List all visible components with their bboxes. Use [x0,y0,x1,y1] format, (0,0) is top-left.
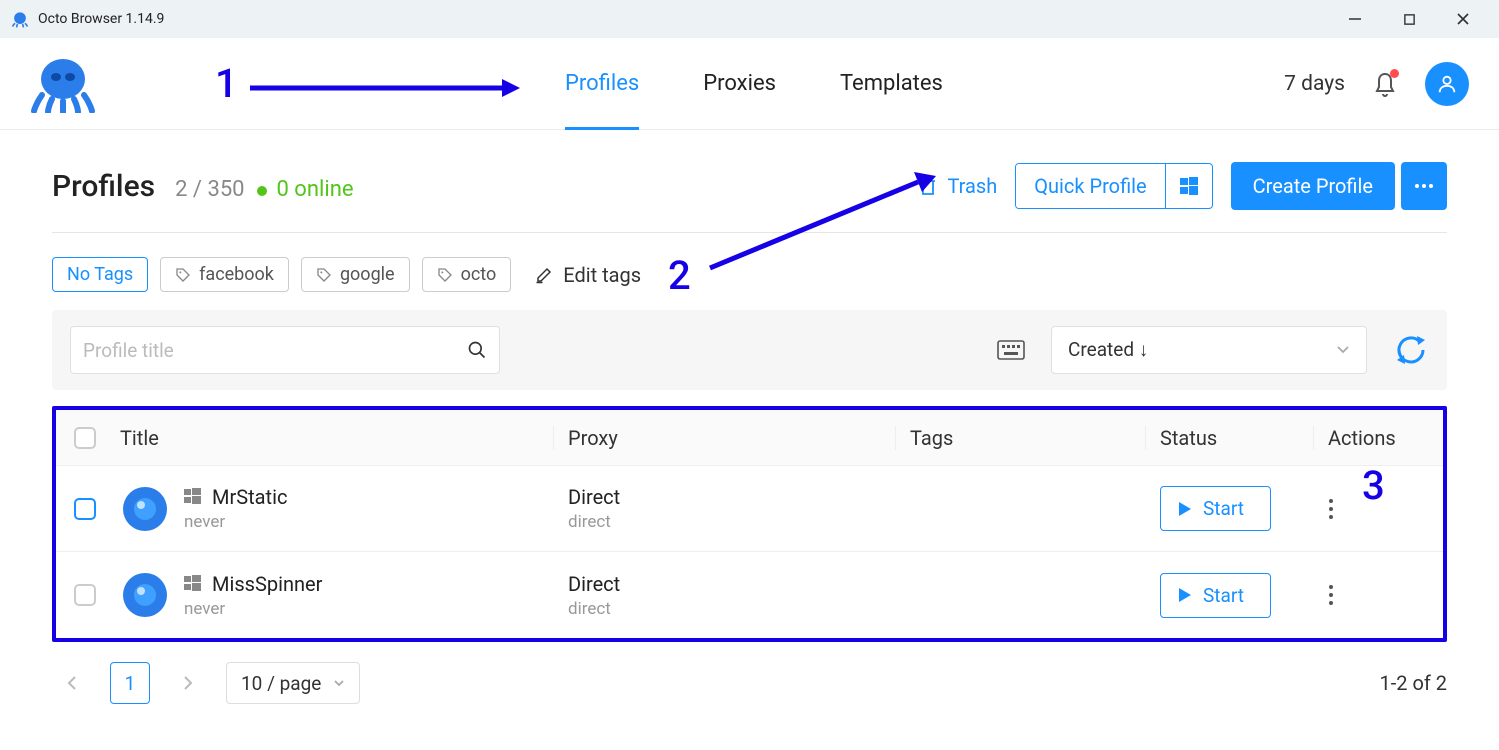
tag-label: google [340,264,395,285]
annotation-number-1: 1 [215,60,238,107]
windows-icon [1180,177,1198,195]
tag-chip-no-tags[interactable]: No Tags [52,257,148,292]
sort-value: Created ↓ [1068,338,1148,362]
profiles-count: 2 / 350 [175,177,244,202]
pagination: 1 10 / page 1-2 of 2 [52,642,1447,734]
window-maximize[interactable] [1397,7,1421,31]
chevron-down-icon [333,679,345,687]
column-status: Status [1146,426,1314,450]
play-icon [1179,502,1191,516]
start-label: Start [1203,497,1244,520]
search-input[interactable] [83,339,467,362]
user-avatar[interactable] [1425,62,1469,106]
row-checkbox[interactable] [74,584,96,606]
page-range: 1-2 of 2 [1379,671,1447,695]
table-row: MissSpinner never Direct direct Start [56,552,1443,638]
annotation-arrow-2 [700,168,940,278]
profile-avatar-icon [120,570,170,620]
edit-tags-label: Edit tags [563,263,641,287]
tag-label: octo [461,264,497,285]
search-box[interactable] [70,326,500,374]
row-title: MrStatic [212,485,287,509]
row-proxy: Direct [568,485,896,509]
notification-dot [1390,69,1399,78]
window-titlebar: Octo Browser 1.14.9 [0,0,1499,38]
column-tags: Tags [896,426,1146,450]
tag-chip-octo[interactable]: octo [422,257,512,292]
quick-profile-button[interactable]: Quick Profile [1016,164,1164,208]
table-row: MrStatic never Direct direct Start [56,466,1443,552]
search-icon [467,340,487,360]
row-proxy: Direct [568,572,896,596]
row-more-button[interactable] [1328,584,1334,606]
page-next[interactable] [168,663,208,703]
sort-select[interactable]: Created ↓ [1051,326,1367,374]
tab-templates[interactable]: Templates [840,71,943,96]
dots-horizontal-icon [1414,183,1434,189]
select-all-checkbox[interactable] [74,427,96,449]
start-button[interactable]: Start [1160,573,1271,618]
online-indicator-dot [257,186,267,196]
row-proxy-type: direct [568,599,896,619]
dots-vertical-icon [1328,584,1334,606]
row-more-button[interactable] [1328,498,1334,520]
play-icon [1179,588,1191,602]
annotation-arrow-1 [250,76,520,100]
days-remaining: 7 days [1284,72,1345,96]
window-close[interactable] [1451,7,1475,31]
row-last-run: never [184,599,322,619]
window-title: Octo Browser 1.14.9 [38,11,164,27]
column-title: Title [114,426,554,450]
tag-chip-google[interactable]: google [301,257,410,292]
window-minimize[interactable] [1343,7,1367,31]
tag-icon [316,267,332,283]
page-size-label: 10 / page [241,672,321,695]
notifications-button[interactable] [1373,71,1397,97]
filters-row: Created ↓ [52,310,1447,390]
edit-tags-button[interactable]: Edit tags [535,263,641,287]
refresh-button[interactable] [1393,332,1429,368]
profiles-table: Title Proxy Tags Status Actions MrStatic… [52,406,1447,642]
keyboard-icon[interactable] [997,340,1025,360]
tag-label: facebook [199,264,274,285]
row-title: MissSpinner [212,572,322,596]
annotation-number-3: 3 [1362,462,1385,509]
app-logo [30,55,110,113]
windows-icon [184,488,202,506]
tab-profiles[interactable]: Profiles [565,71,639,96]
profile-avatar-icon [120,484,170,534]
refresh-icon [1393,332,1429,368]
create-profile-button[interactable]: Create Profile [1231,162,1395,210]
page-size-select[interactable]: 10 / page [226,662,360,704]
tag-icon [175,267,191,283]
row-last-run: never [184,512,287,532]
trash-label: Trash [947,174,997,198]
tag-icon [437,267,453,283]
column-proxy: Proxy [554,426,896,450]
dots-vertical-icon [1328,498,1334,520]
windows-icon [184,575,202,593]
row-checkbox[interactable] [74,498,96,520]
page-number[interactable]: 1 [110,662,150,704]
app-icon [10,9,30,29]
page-prev[interactable] [52,663,92,703]
page-title: Profiles [52,169,155,204]
tab-proxies[interactable]: Proxies [703,71,776,96]
create-profile-more-button[interactable] [1401,162,1447,210]
start-label: Start [1203,584,1244,607]
start-button[interactable]: Start [1160,486,1271,531]
tag-chip-facebook[interactable]: facebook [160,257,289,292]
column-actions: Actions [1314,426,1443,450]
annotation-number-2: 2 [668,252,691,299]
profiles-online: 0 online [276,177,353,202]
pencil-icon [535,266,553,284]
row-proxy-type: direct [568,512,896,532]
table-header: Title Proxy Tags Status Actions [56,410,1443,466]
quick-profile-os-button[interactable] [1165,164,1212,208]
chevron-down-icon [1336,345,1350,355]
